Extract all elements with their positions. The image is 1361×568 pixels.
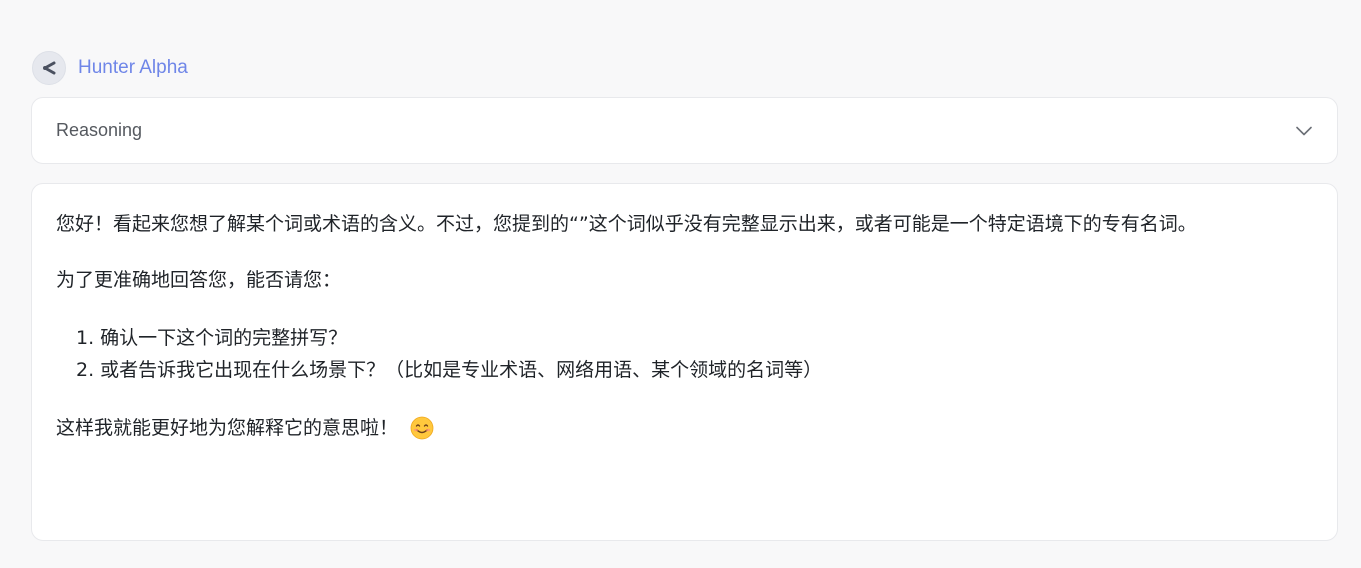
model-name[interactable]: Hunter Alpha xyxy=(78,57,188,79)
reasoning-label: Reasoning xyxy=(56,120,143,140)
answer-closing: 这样我就能更好地为您解释它的意思啦！ xyxy=(56,412,1313,444)
answer-paragraph: 这样我就能更好地为您解释它的意思啦！ xyxy=(56,417,399,439)
model-header: Hunter Alpha xyxy=(32,51,188,85)
answer-list: 1. 确认一下这个词的完整拼写？ 2. 或者告诉我它出现在什么场景下？（比如是专… xyxy=(56,322,1313,386)
chevron-down-icon[interactable] xyxy=(1295,122,1313,140)
answer-card: 您好！看起来您想了解某个词或术语的含义。不过，您提到的“”这个词似乎没有完整显示… xyxy=(31,183,1338,541)
list-item: 2. 或者告诉我它出现在什么场景下？（比如是专业术语、网络用语、某个领域的名词等… xyxy=(76,359,823,381)
answer-paragraph: 为了更准确地回答您，能否请您： xyxy=(56,269,342,291)
reasoning-toggle[interactable]: Reasoning xyxy=(31,97,1338,164)
chat-message: Hunter Alpha Reasoning 您好！看起来您想了解某个词或术语的… xyxy=(0,0,1361,568)
smiling-face-icon xyxy=(410,416,434,440)
model-logo-icon xyxy=(32,51,66,85)
list-item: 1. 确认一下这个词的完整拼写？ xyxy=(76,327,348,349)
answer-paragraph: 您好！看起来您想了解某个词或术语的含义。不过，您提到的“”这个词似乎没有完整显示… xyxy=(56,213,1197,235)
